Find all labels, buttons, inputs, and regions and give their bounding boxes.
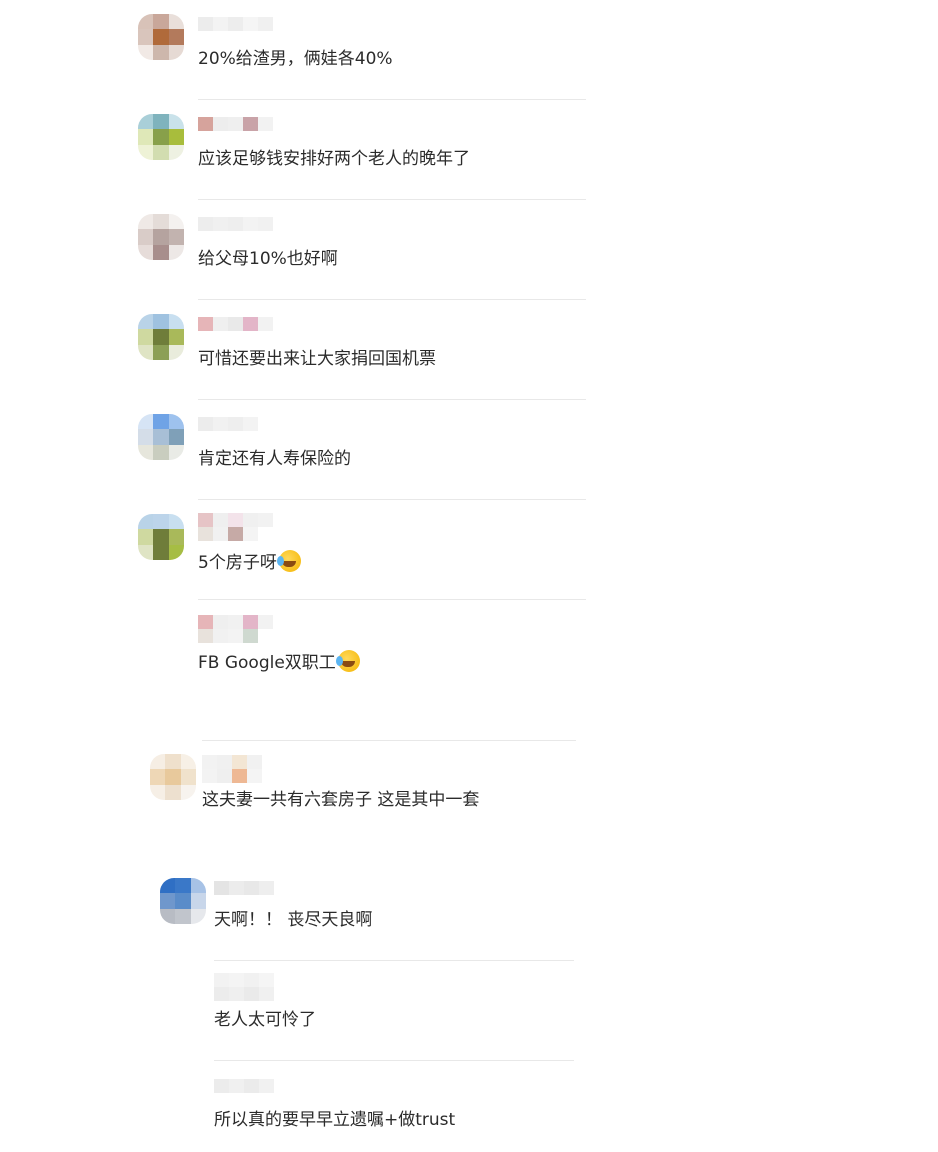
divider (214, 960, 574, 961)
username-blurred[interactable] (198, 214, 273, 234)
username-blurred[interactable] (198, 14, 273, 34)
avatar[interactable] (138, 214, 184, 260)
comment-text: 20%给渣男，俩娃各40% (198, 49, 393, 69)
comment-text: 可惜还要出来让大家捐回国机票 (198, 349, 436, 369)
avatar[interactable] (138, 114, 184, 160)
username-blurred[interactable] (198, 114, 273, 134)
comment-text-content: FB Google双职工 (198, 653, 336, 673)
laughing-crying-emoji-icon (276, 550, 301, 572)
avatar[interactable] (160, 878, 206, 924)
username-blurred[interactable] (214, 1076, 274, 1096)
comment-text: 应该足够钱安排好两个老人的晚年了 (198, 149, 470, 169)
avatar[interactable] (138, 414, 184, 460)
divider (198, 499, 586, 500)
username-blurred[interactable] (198, 626, 258, 646)
divider (198, 399, 586, 400)
comment-text: 5个房子呀 (198, 550, 301, 574)
username-blurred[interactable] (198, 524, 258, 544)
username-blurred[interactable] (198, 414, 258, 434)
comment-text: 肯定还有人寿保险的 (198, 449, 351, 469)
comment-text: 这夫妻一共有六套房子 这是其中一套 (202, 790, 480, 810)
avatar[interactable] (138, 514, 184, 560)
avatar[interactable] (138, 314, 184, 360)
username-blurred[interactable] (198, 314, 273, 334)
divider (202, 740, 576, 741)
laughing-crying-emoji-icon (335, 650, 360, 672)
divider (198, 299, 586, 300)
avatar[interactable] (150, 754, 196, 800)
comment-text: FB Google双职工 (198, 650, 360, 674)
avatar[interactable] (138, 14, 184, 60)
username-blurred[interactable] (202, 766, 262, 786)
comment-text: 所以真的要早早立遗嘱+做trust (214, 1110, 456, 1130)
comment-text-content: 5个房子呀 (198, 553, 277, 573)
comment-text: 老人太可怜了 (214, 1010, 316, 1030)
divider (198, 599, 586, 600)
username-blurred[interactable] (214, 984, 274, 1004)
divider (198, 99, 586, 100)
username-blurred[interactable] (214, 878, 274, 898)
divider (214, 1060, 574, 1061)
comment-text: 天啊！！ 丧尽天良啊 (214, 910, 373, 930)
comment-text: 给父母10%也好啊 (198, 249, 338, 269)
divider (198, 199, 586, 200)
